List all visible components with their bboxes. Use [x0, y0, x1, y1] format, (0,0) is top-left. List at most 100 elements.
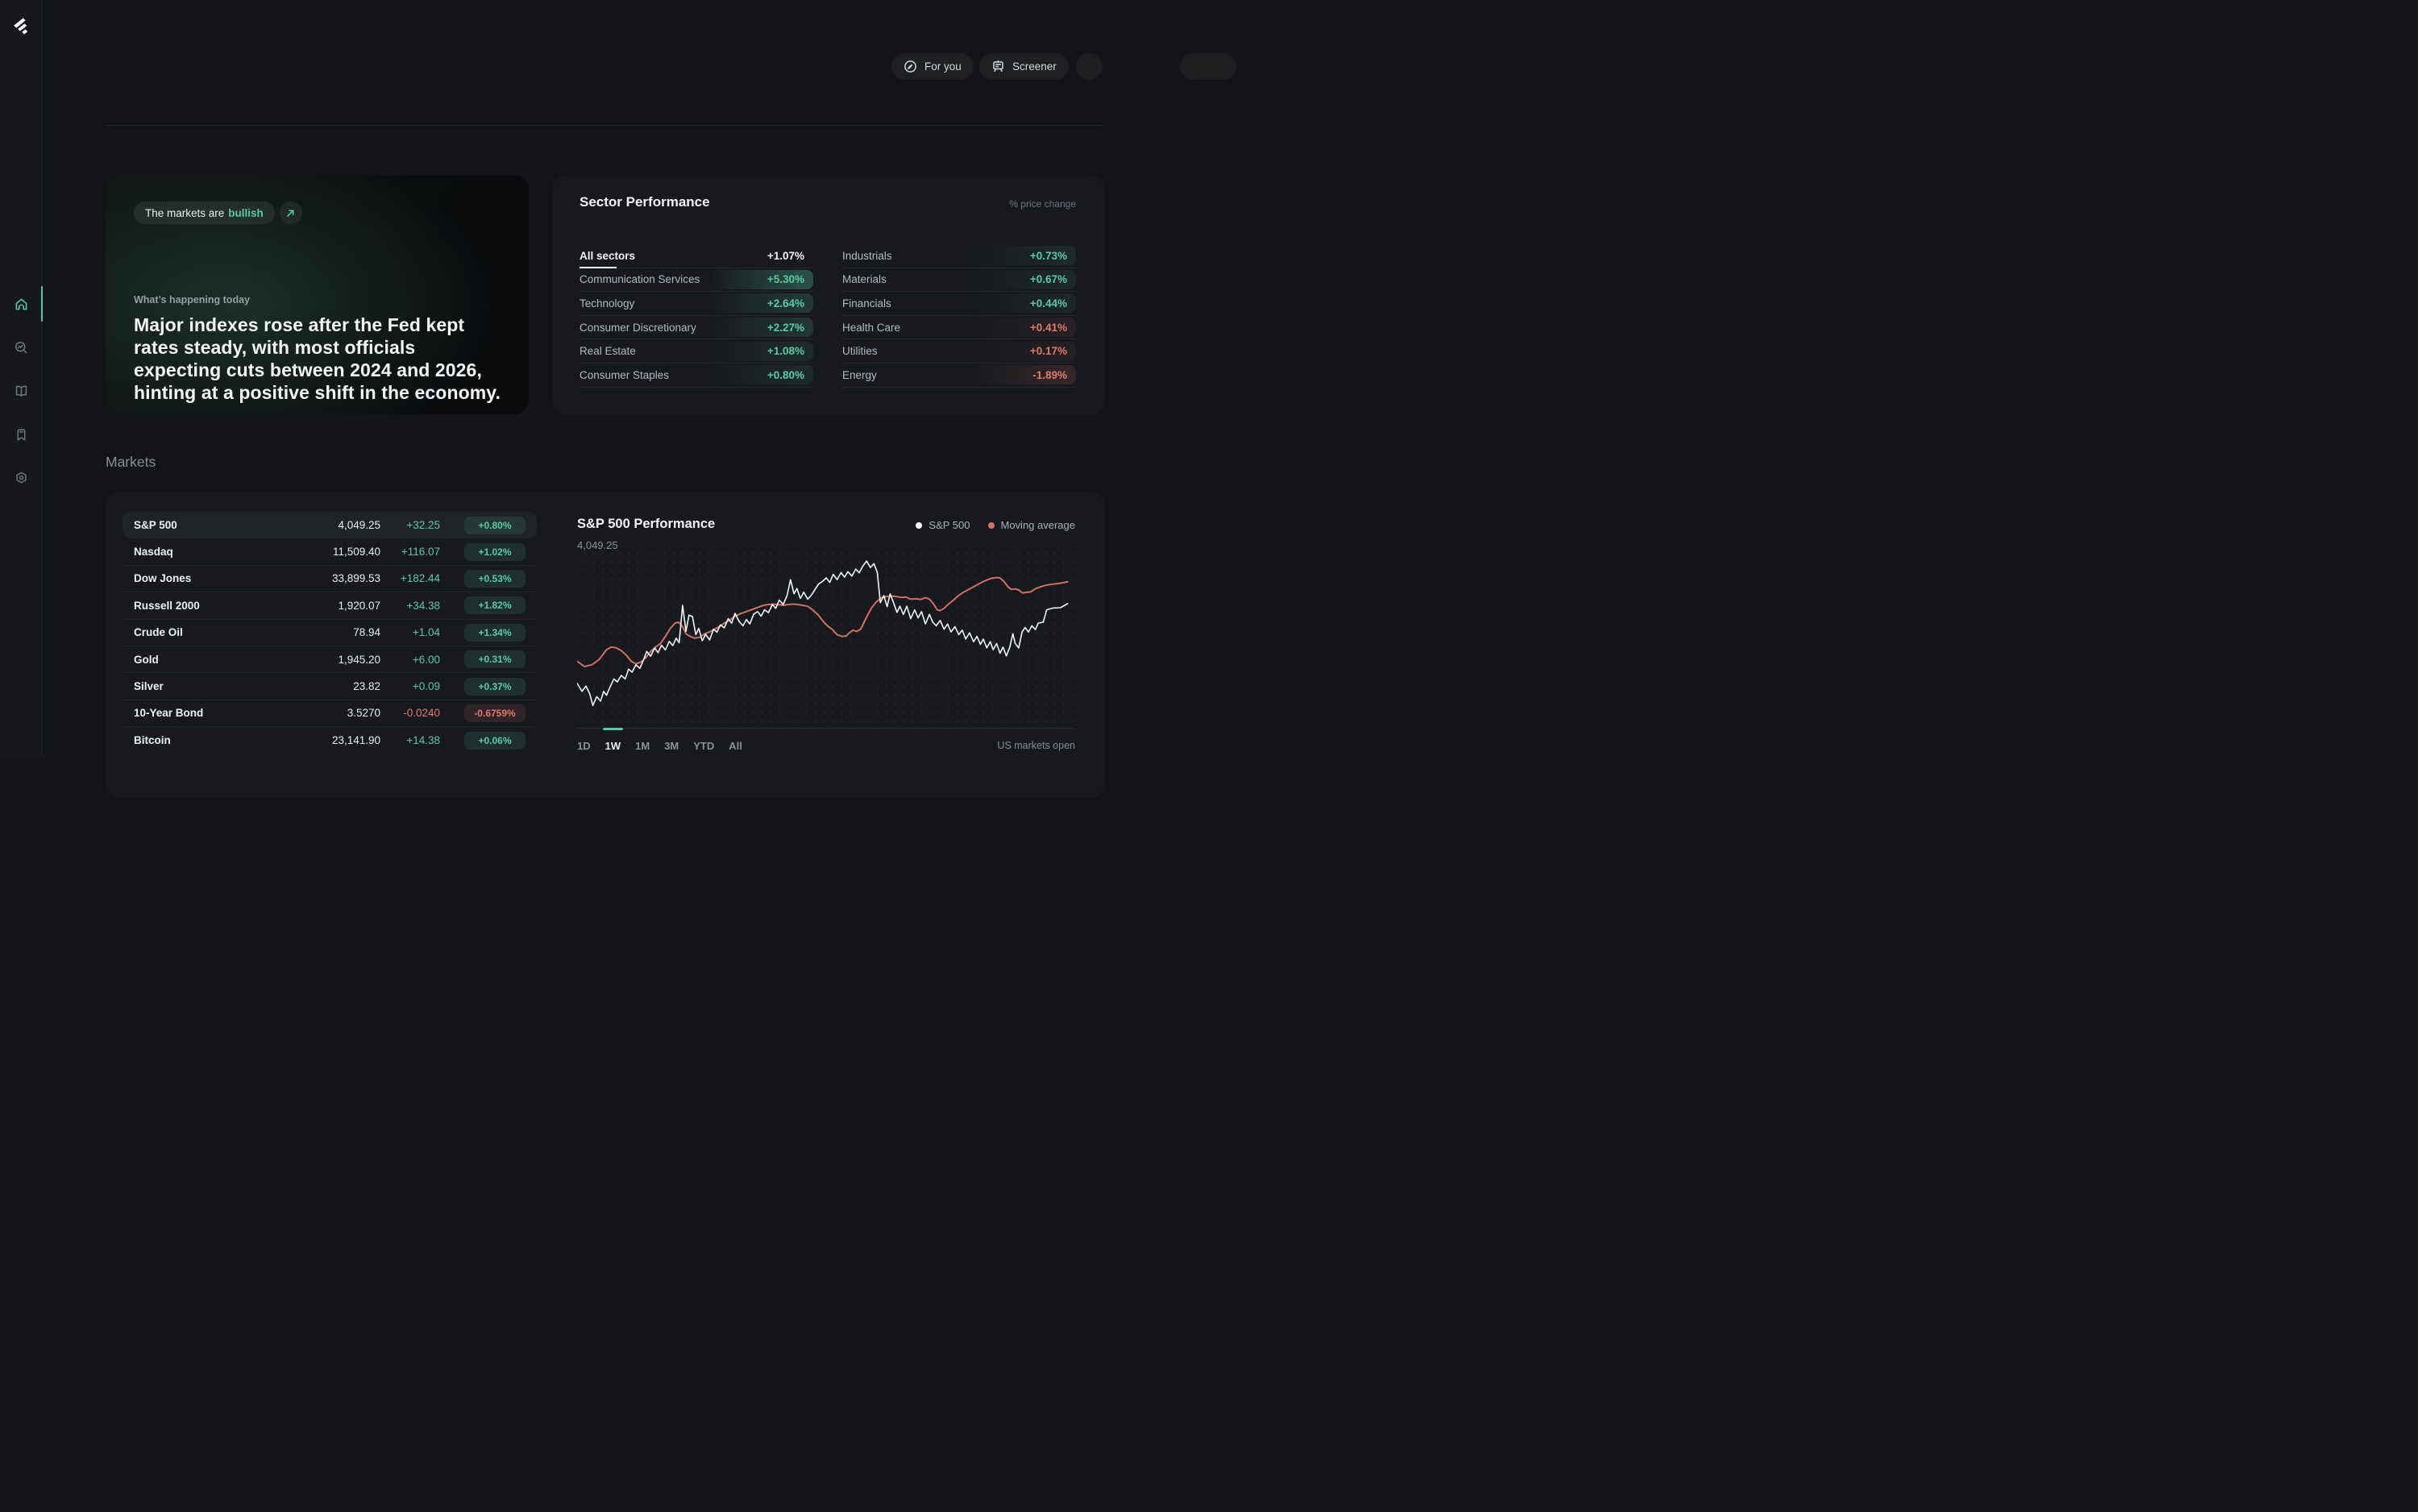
sentiment-open-button[interactable]: [279, 201, 302, 224]
market-change: +116.07: [401, 546, 440, 559]
sidebar-item-token[interactable]: [0, 466, 42, 490]
market-percent-badge: +1.02%: [464, 542, 526, 561]
sector-row[interactable]: Consumer Staples +0.80%: [580, 363, 813, 388]
screener-label: Screener: [1012, 60, 1057, 73]
compass-icon: [904, 60, 916, 73]
sector-row[interactable]: Real Estate +1.08%: [580, 339, 813, 363]
sector-change-pill: +0.67%: [973, 269, 1076, 289]
arrow-up-right-icon: [287, 209, 294, 217]
sector-change-value: +0.44%: [1029, 297, 1067, 309]
saved-button[interactable]: [1180, 53, 1236, 80]
search-button[interactable]: [1076, 53, 1103, 80]
sector-change-pill: +0.80%: [710, 365, 813, 385]
sector-change-pill: +0.41%: [973, 318, 1076, 338]
market-name: Gold: [134, 653, 159, 666]
sector-change-value: +0.80%: [767, 368, 804, 381]
sector-name: Materials: [842, 273, 887, 286]
sector-name: Utilities: [842, 345, 878, 358]
app-logo-icon[interactable]: [12, 17, 30, 36]
market-row[interactable]: Nasdaq 11,509.40 +116.07 +1.02%: [123, 538, 537, 566]
sidebar-item-explore[interactable]: [0, 335, 42, 359]
sector-change-value: +0.73%: [1029, 249, 1067, 262]
sector-change-value: +5.30%: [767, 273, 804, 286]
sector-row[interactable]: Energy -1.89%: [842, 363, 1076, 388]
sidebar-item-home[interactable]: [0, 286, 43, 322]
price-chart[interactable]: [576, 551, 1075, 729]
hero-card[interactable]: The markets are bullish What’s happening…: [106, 175, 529, 414]
market-row[interactable]: Bitcoin 23,141.90 +14.38 +0.06%: [123, 727, 537, 754]
sector-row[interactable]: Industrials +0.73%: [842, 244, 1076, 268]
market-name: Crude Oil: [134, 626, 183, 639]
sector-change-pill: +2.64%: [710, 293, 813, 314]
markets-table: S&P 500 4,049.25 +32.25 +0.80% Nasdaq 11,509.…: [123, 512, 537, 754]
hexagon-dot-icon: [15, 471, 27, 484]
sector-title: Sector Performance: [580, 194, 710, 210]
sector-name: Financials: [842, 297, 891, 309]
sector-change-value: +0.67%: [1029, 273, 1067, 286]
sector-row[interactable]: Utilities +0.17%: [842, 339, 1076, 363]
timeframe-tab-3m[interactable]: 3M: [664, 736, 679, 752]
market-name: Bitcoin: [134, 734, 171, 747]
markets-heading: Markets: [106, 454, 156, 470]
sector-change-pill: +1.08%: [710, 341, 813, 361]
market-row[interactable]: Russell 2000 1,920.07 +34.38 +1.82%: [123, 592, 537, 620]
sector-row[interactable]: Health Care +0.41%: [842, 316, 1076, 340]
sector-row[interactable]: Materials +0.67%: [842, 268, 1076, 293]
market-change: +182.44: [400, 572, 440, 585]
market-row[interactable]: Gold 1,945.20 +6.00 +0.31%: [123, 646, 537, 674]
sector-change-value: +2.27%: [767, 321, 804, 334]
sector-column-right: Industrials +0.73% Materials +0.67% Financia…: [842, 244, 1076, 388]
sector-change-value: +1.07%: [767, 249, 804, 262]
market-value: 4,049.25: [338, 519, 380, 532]
timeframe-tab-ytd[interactable]: YTD: [693, 736, 714, 752]
chart-legend: S&P 500 Moving average: [916, 519, 1075, 531]
market-value: 23.82: [353, 680, 380, 693]
sidebar-item-bookmarks[interactable]: [0, 422, 42, 447]
sector-change-value: -1.89%: [1032, 368, 1067, 381]
sector-row[interactable]: Technology +2.64%: [580, 292, 813, 316]
market-row[interactable]: Silver 23.82 +0.09 +0.37%: [123, 673, 537, 700]
timeframe-tab-1m[interactable]: 1M: [635, 736, 650, 752]
sector-row[interactable]: Financials +0.44%: [842, 292, 1076, 316]
market-value: 23,141.90: [331, 734, 380, 747]
for-you-button[interactable]: For you: [891, 53, 974, 80]
screener-button[interactable]: Screener: [979, 53, 1069, 80]
sector-name: Technology: [580, 297, 635, 309]
sector-row[interactable]: Communication Services +5.30%: [580, 268, 813, 293]
legend-label-sp500: S&P 500: [929, 519, 970, 531]
timeframe-tab-all[interactable]: All: [729, 736, 742, 752]
market-change: -0.0240: [403, 707, 440, 720]
market-change: +14.38: [406, 734, 440, 747]
sidebar-item-learn[interactable]: [0, 379, 42, 403]
sector-change-pill: +0.73%: [973, 246, 1076, 266]
sector-name: Communication Services: [580, 273, 700, 286]
sector-change-value: +0.41%: [1029, 321, 1067, 334]
sector-row[interactable]: Consumer Discretionary +2.27%: [580, 316, 813, 340]
sector-name: Energy: [842, 368, 877, 381]
chart-toolbar: 1D 1W 1M 3M YTD All US markets open: [577, 728, 1075, 752]
sector-change-pill: +5.30%: [710, 269, 813, 289]
market-row[interactable]: Dow Jones 33,899.53 +182.44 +0.53%: [123, 566, 537, 593]
legend-dot-sp500: [916, 521, 923, 529]
legend-label-moving-average: Moving average: [1000, 519, 1076, 531]
sector-row[interactable]: All sectors +1.07%: [580, 244, 813, 268]
app-root: For you Screener The markets are bullish…: [0, 0, 1236, 798]
market-value: 3.5270: [347, 707, 380, 720]
sector-change-pill: +0.17%: [973, 341, 1076, 361]
timeframe-tab-1w[interactable]: 1W: [602, 728, 623, 752]
market-row[interactable]: S&P 500 4,049.25 +32.25 +0.80%: [123, 512, 537, 539]
market-change: +34.38: [406, 599, 440, 612]
market-row[interactable]: Crude Oil 78.94 +1.04 +1.34%: [123, 620, 537, 646]
bookmark-arrow-icon: [1190, 60, 1205, 74]
market-name: Russell 2000: [134, 599, 200, 612]
timeframe-tab-1d[interactable]: 1D: [577, 736, 591, 752]
screener-board-icon: [993, 60, 1003, 73]
sector-name: Real Estate: [580, 345, 636, 358]
market-sentiment-pill[interactable]: The markets are bullish: [134, 201, 275, 224]
market-percent-badge: +0.31%: [464, 650, 526, 669]
chart-title: S&P 500 Performance: [577, 517, 716, 531]
market-row[interactable]: 10-Year Bond 3.5270 -0.0240 -0.6759%: [123, 700, 537, 728]
market-percent-badge: +1.82%: [464, 596, 526, 615]
legend-item-sp500: S&P 500: [916, 519, 970, 531]
sector-change-value: +0.17%: [1029, 345, 1067, 358]
